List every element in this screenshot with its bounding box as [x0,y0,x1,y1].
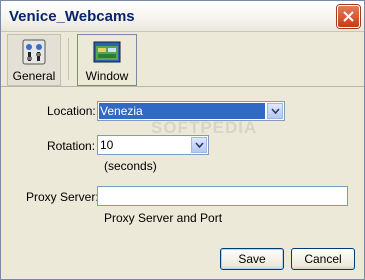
rotation-dropdown-button[interactable] [191,137,207,153]
rotation-value: 10 [100,138,114,152]
proxy-server-input[interactable] [97,186,348,206]
rotation-label: Rotation: [47,139,96,153]
window-tab[interactable]: Window [77,34,137,86]
location-select[interactable]: Venezia [97,101,285,121]
location-value: Venezia [100,104,143,118]
general-tab-label: General [12,69,56,83]
rotation-select[interactable]: 10 [97,135,209,155]
close-button[interactable] [337,5,360,28]
location-dropdown-button[interactable] [267,103,283,119]
general-tab[interactable]: General [7,34,61,86]
proxy-hint: Proxy Server and Port [104,211,223,225]
save-button[interactable]: Save [220,248,284,270]
chevron-down-icon [270,108,280,114]
cancel-button[interactable]: Cancel [291,248,355,270]
window-icon [93,41,121,63]
rotation-unit: (seconds) [104,159,157,173]
toolbar: General Window [1,32,364,87]
dialog-window: Venice_Webcams General Window SOFTPEDIA … [0,0,365,280]
switches-icon [22,39,46,65]
window-title: Venice_Webcams [9,8,135,25]
proxy-label: Proxy Server: [26,190,99,204]
title-bar[interactable]: Venice_Webcams [1,1,364,32]
close-icon [343,11,354,22]
chevron-down-icon [194,142,204,148]
window-tab-label: Window [85,69,129,83]
toolbar-separator [68,38,69,80]
location-label: Location: [47,104,96,118]
